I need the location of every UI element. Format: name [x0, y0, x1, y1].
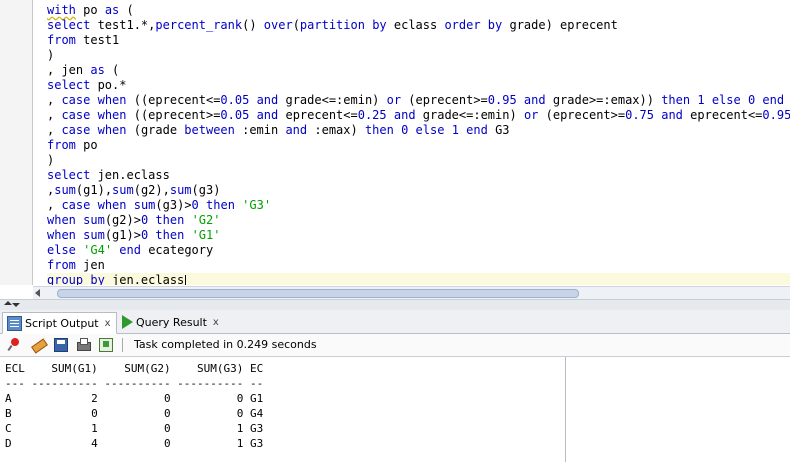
code-line[interactable]: , jen as ( — [47, 63, 790, 78]
tab-script-output[interactable]: Script Output x — [2, 312, 117, 334]
export-icon[interactable] — [99, 338, 113, 352]
code-line[interactable]: from test1 — [47, 33, 790, 48]
scrollbar-thumb[interactable] — [57, 289, 579, 298]
code-line[interactable]: select test1.*,percent_rank() over(parti… — [47, 18, 790, 33]
pin-icon[interactable] — [7, 337, 22, 352]
code-line[interactable]: from jen — [47, 258, 790, 273]
code-line[interactable]: , case when ((eprecent>=0.05 and eprecen… — [47, 108, 790, 123]
code-line[interactable]: , case when sum(g3)>0 then 'G3' — [47, 198, 790, 213]
code-area[interactable]: with po as (select test1.*,percent_rank(… — [47, 3, 790, 285]
editor-gutter — [0, 0, 32, 285]
code-line[interactable]: ) — [47, 153, 790, 168]
output-text: ECL SUM(G1) SUM(G2) SUM(G3) EC --- -----… — [5, 362, 264, 450]
code-line[interactable]: from po — [47, 138, 790, 153]
print-icon[interactable] — [76, 337, 91, 352]
tab-query-result[interactable]: Query Result x — [118, 312, 228, 332]
code-line[interactable]: when sum(g1)>0 then 'G1' — [47, 228, 790, 243]
code-line[interactable]: ) — [47, 48, 790, 63]
scroll-left-icon[interactable] — [35, 289, 40, 297]
editor-horizontal-scrollbar[interactable] — [33, 286, 790, 299]
collapse-down-icon[interactable] — [12, 303, 20, 307]
gutter-divider — [32, 0, 33, 285]
script-output-icon — [7, 315, 22, 331]
close-icon[interactable]: x — [213, 317, 219, 328]
code-line[interactable]: select jen.eclass — [47, 168, 790, 183]
script-output-panel[interactable]: ECL SUM(G1) SUM(G2) SUM(G3) EC --- -----… — [0, 357, 565, 462]
close-icon[interactable]: x — [105, 318, 111, 329]
code-line[interactable]: ,sum(g1),sum(g2),sum(g3) — [47, 183, 790, 198]
output-toolbar: Task completed in 0.249 seconds — [0, 334, 790, 357]
eraser-icon[interactable] — [31, 337, 46, 352]
code-line[interactable]: , case when ((eprecent<=0.05 and grade<=… — [47, 93, 790, 108]
code-line[interactable]: else 'G4' end ecategory — [47, 243, 790, 258]
run-icon — [122, 315, 133, 329]
code-line[interactable]: , case when (grade between :emin and :em… — [47, 123, 790, 138]
tab-label: Script Output — [25, 316, 99, 330]
code-line[interactable]: select po.* — [47, 78, 790, 93]
code-line[interactable]: with po as ( — [47, 3, 790, 18]
code-line[interactable]: when sum(g2)>0 then 'G2' — [47, 213, 790, 228]
code-line[interactable]: group by jen.eclass — [47, 273, 790, 285]
save-icon[interactable] — [54, 338, 68, 352]
text-caret — [185, 274, 187, 285]
sql-editor[interactable]: with po as (select test1.*,percent_rank(… — [0, 0, 790, 285]
output-divider — [565, 357, 566, 462]
tab-label: Query Result — [136, 315, 207, 329]
output-tabs: Script Output x Query Result x — [0, 310, 790, 334]
toolbar-divider — [122, 338, 123, 352]
status-text: Task completed in 0.249 seconds — [134, 338, 317, 351]
collapse-up-icon[interactable] — [4, 301, 12, 305]
